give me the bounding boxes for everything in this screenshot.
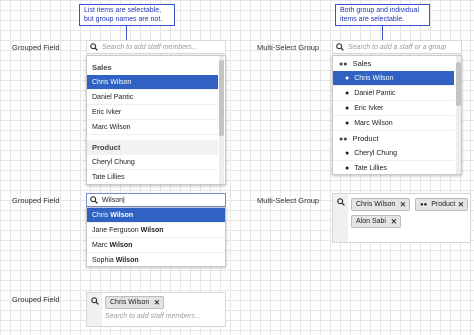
person-row-chris-wilson[interactable]: ● Chris Wilson <box>333 71 454 86</box>
result-item-marc-wilson[interactable]: Marc Wilson <box>87 238 225 253</box>
chip-label: Chris Wilson <box>356 201 396 208</box>
grouped-field-label-1: Grouped Field <box>12 43 60 52</box>
scrollbar-thumb[interactable] <box>456 62 461 106</box>
multi-select-group-label-2: Multi-Select Group <box>257 196 320 205</box>
group-row-sales[interactable]: ●● Sales <box>333 56 454 71</box>
search-icon <box>337 198 345 206</box>
list-item-label: Daniel Pantic <box>92 94 134 101</box>
person-row-marc-wilson[interactable]: ● Marc Wilson <box>333 116 454 131</box>
result-prefix: Jane Ferguson <box>92 227 141 234</box>
group-header-product: Product <box>87 140 218 155</box>
callout-left-line1: List items are selectable, <box>84 7 162 14</box>
list-item-label: Cheryl Chung <box>92 159 135 166</box>
chip-label: Chris Wilson <box>110 299 150 306</box>
result-prefix: Chris <box>92 212 111 219</box>
search-icon <box>336 43 344 51</box>
search-placeholder: Search to add staff members... <box>102 43 198 51</box>
result-item-jane-ferguson-wilson[interactable]: Jane Ferguson Wilson <box>87 223 225 238</box>
search-results-list: Chris Wilson Jane Ferguson Wilson Marc W… <box>86 207 226 267</box>
list-item-tate-lillies[interactable]: Tate Lillies <box>87 170 218 184</box>
person-icon: ● <box>345 90 350 97</box>
list-item-label: Tate Lillies <box>92 174 125 181</box>
person-icon: ● <box>345 150 350 157</box>
search-icon <box>90 196 98 204</box>
person-row-label: Daniel Pantic <box>354 90 396 97</box>
remove-chip-icon[interactable]: ✕ <box>391 216 397 228</box>
multi-select-dropdown-list: ●● Sales ● Chris Wilson ● Daniel Pantic … <box>332 55 462 175</box>
result-match: Wilson <box>140 227 164 234</box>
scrollbar-thumb[interactable] <box>219 60 224 136</box>
staff-or-group-search-input-1[interactable]: Search to add a staff or a group <box>332 40 462 54</box>
person-icon: ● <box>345 105 350 112</box>
group-row-label: Sales <box>352 59 372 68</box>
list-item-label: Eric Ivker <box>92 109 122 116</box>
person-row-tate-lillies[interactable]: ● Tate Lillies <box>333 161 454 174</box>
person-row-daniel-pantic[interactable]: ● Daniel Pantic <box>333 86 454 101</box>
list-item-cheryl-chung[interactable]: Cheryl Chung <box>87 155 218 170</box>
grouped-dropdown-list: Sales Chris Wilson Daniel Pantic Eric Iv… <box>86 55 226 185</box>
chip-alon-sabi: Alon Sabi ✕ <box>351 215 401 228</box>
list-item-label: Chris Wilson <box>92 79 132 86</box>
staff-search-input-1[interactable]: Search to add staff members... <box>86 40 226 54</box>
group-icon: ●● <box>420 202 428 208</box>
chip-chris-wilson: Chris Wilson ✕ <box>351 198 410 211</box>
grouped-field-label-3: Grouped Field <box>12 295 60 304</box>
callout-left-connector <box>126 26 127 40</box>
remove-chip-icon[interactable]: ✕ <box>154 297 160 309</box>
dropdown-scrollbar[interactable] <box>456 56 461 174</box>
dropdown-scrollbar[interactable] <box>219 56 224 184</box>
person-row-cheryl-chung[interactable]: ● Cheryl Chung <box>333 146 454 161</box>
result-prefix: Sophia <box>92 257 116 264</box>
list-item-marc-wilson[interactable]: Marc Wilson <box>87 120 218 135</box>
result-match: Wilson <box>109 242 133 249</box>
callout-right: Both group and individual items are sele… <box>335 4 430 26</box>
group-row-label: Product <box>352 134 379 143</box>
person-row-label: Tate Lillies <box>354 165 387 172</box>
search-placeholder: Search to add staff members... <box>105 313 201 320</box>
search-query-text: Wilson| <box>102 196 125 204</box>
person-row-label: Eric Ivker <box>354 105 384 112</box>
group-icon: ●● <box>339 61 348 68</box>
search-placeholder: Search to add a staff or a group <box>348 43 447 51</box>
multi-select-tag-box: Chris Wilson ✕ ●● Product ✕ Alon Sabi ✕ <box>332 193 471 243</box>
result-match: Wilson <box>115 257 139 264</box>
callout-left: List items are selectable, but group nam… <box>79 4 175 26</box>
chip-label: Alon Sabi <box>356 218 386 225</box>
person-icon: ● <box>345 120 350 127</box>
list-item-chris-wilson[interactable]: Chris Wilson <box>87 75 218 90</box>
remove-chip-icon[interactable]: ✕ <box>458 199 464 211</box>
search-icon <box>91 297 99 305</box>
result-item-sophia-wilson[interactable]: Sophia Wilson <box>87 253 225 268</box>
grouped-field-label-2: Grouped Field <box>12 196 60 205</box>
remove-chip-icon[interactable]: ✕ <box>400 199 406 211</box>
callout-right-line1: Both group and individual <box>340 7 420 14</box>
group-row-product[interactable]: ●● Product <box>333 131 454 146</box>
group-icon: ●● <box>339 136 348 143</box>
chip-label: Product <box>431 201 456 208</box>
grouped-field-tag-box: Chris Wilson ✕ Search to add staff membe… <box>86 292 226 327</box>
person-row-label: Cheryl Chung <box>354 150 397 157</box>
chip-chris-wilson: Chris Wilson ✕ <box>105 296 164 309</box>
callout-right-line2: items are selectable. <box>340 15 405 23</box>
chip-product-group: ●● Product ✕ <box>415 198 468 211</box>
staff-search-input-2[interactable]: Wilson| <box>86 193 226 207</box>
result-prefix: Marc <box>92 242 110 249</box>
person-row-eric-ivker[interactable]: ● Eric Ivker <box>333 101 454 116</box>
search-icon <box>90 43 98 51</box>
callout-right-connector <box>382 26 383 40</box>
group-header-sales: Sales <box>92 63 112 72</box>
multi-select-group-label-1: Multi-Select Group <box>257 43 320 52</box>
list-item-label: Marc Wilson <box>92 124 131 131</box>
list-item-eric-ivker[interactable]: Eric Ivker <box>87 105 218 120</box>
person-row-label: Marc Wilson <box>354 120 393 127</box>
person-row-label: Chris Wilson <box>354 75 394 82</box>
result-match: Wilson <box>110 212 134 219</box>
person-icon: ● <box>345 75 350 82</box>
person-icon: ● <box>345 165 350 172</box>
callout-left-line2: but group names are not. <box>84 15 163 23</box>
result-item-chris-wilson[interactable]: Chris Wilson <box>87 208 225 223</box>
list-item-daniel-pantic[interactable]: Daniel Pantic <box>87 90 218 105</box>
group-header-label: Product <box>92 143 121 152</box>
